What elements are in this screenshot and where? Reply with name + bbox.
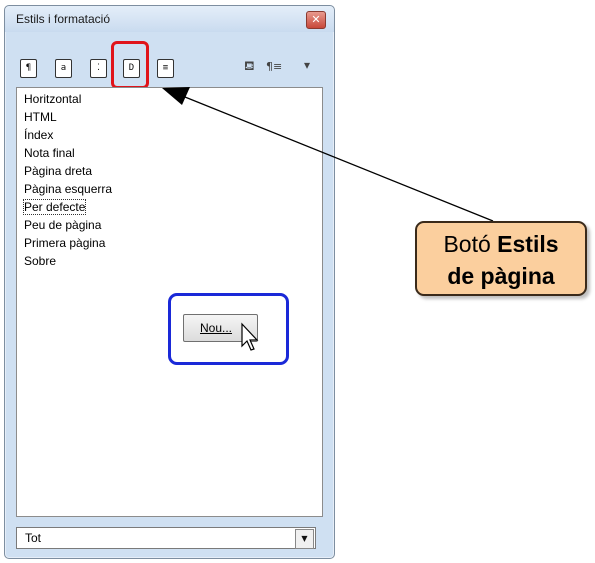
callout-box: Botó Estils de pàgina	[415, 221, 587, 296]
callout-line1-bold: Estils	[497, 231, 559, 257]
callout-line1-normal: Botó	[443, 231, 498, 257]
callout-line2-bold: de pàgina	[447, 263, 555, 289]
